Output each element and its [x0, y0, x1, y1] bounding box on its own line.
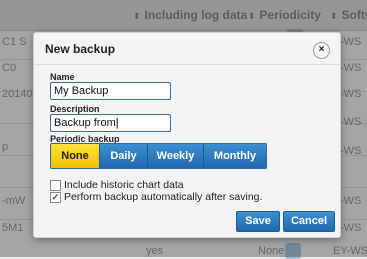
cancel-button[interactable]: Cancel [283, 211, 335, 232]
description-input[interactable]: Backup from| [50, 114, 171, 132]
include-historic-label: Include historic chart data [64, 179, 184, 191]
new-backup-dialog: New backup × Name My Backup Description … [33, 32, 341, 238]
dialog-header: New backup × [34, 33, 340, 65]
name-input[interactable]: My Backup [50, 82, 171, 100]
auto-backup-label: Perform backup automatically after savin… [64, 191, 263, 203]
periodicity-selector: None Daily Weekly Monthly [50, 143, 267, 169]
include-historic-row[interactable]: Include historic chart data [50, 179, 184, 191]
close-icon[interactable]: × [313, 42, 330, 59]
auto-backup-checkbox[interactable]: ✓ [50, 191, 61, 203]
periodicity-option-monthly[interactable]: Monthly [204, 144, 266, 168]
dialog-title: New backup [45, 42, 116, 56]
description-label: Description [50, 104, 100, 114]
auto-backup-row[interactable]: ✓ Perform backup automatically after sav… [50, 191, 262, 203]
name-label: Name [50, 72, 75, 82]
periodicity-option-daily[interactable]: Daily [100, 144, 148, 168]
periodicity-option-none[interactable]: None [51, 144, 100, 168]
periodicity-option-weekly[interactable]: Weekly [148, 144, 204, 168]
save-button[interactable]: Save [236, 211, 280, 232]
include-historic-checkbox[interactable] [50, 179, 61, 191]
